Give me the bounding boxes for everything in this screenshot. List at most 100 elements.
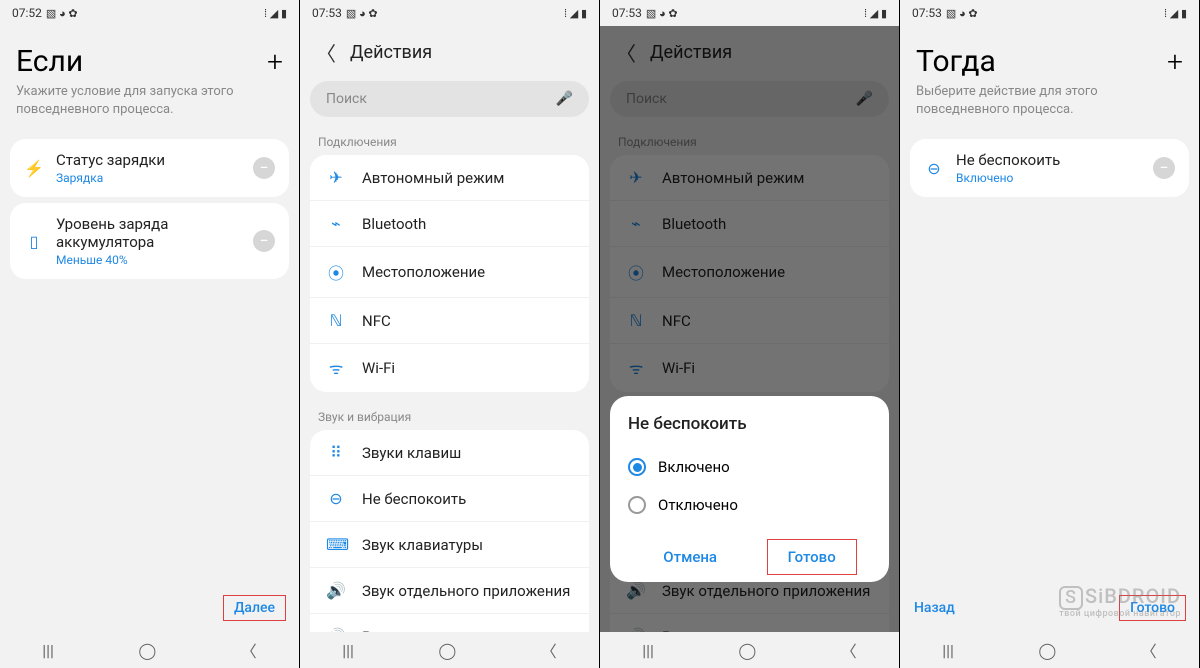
card-subtitle: Зарядка: [56, 171, 241, 185]
mic-icon[interactable]: 🎤: [556, 91, 573, 107]
card-title: Статус зарядки: [56, 151, 241, 169]
home-icon[interactable]: ◯: [138, 641, 156, 660]
clock: 07:53: [312, 6, 342, 20]
home-icon[interactable]: ◯: [738, 641, 756, 660]
page-title: Тогда: [916, 44, 996, 79]
radio-label: Включено: [658, 458, 730, 476]
list-label: Автономный режим: [362, 169, 504, 187]
page-subtitle: Выберите действие для этого повседневног…: [900, 83, 1199, 133]
header-title: Действия: [350, 42, 432, 63]
done-button[interactable]: Готово: [768, 540, 856, 574]
nav-bar: ||| ◯ 〈: [0, 632, 299, 668]
radio-disabled[interactable]: Отключено: [628, 486, 871, 524]
list-label: Bluetooth: [362, 215, 426, 233]
list-icon: ⊖: [326, 489, 346, 508]
status-icons-left: ▧ ◕ ✿: [46, 7, 78, 20]
recents-icon[interactable]: |||: [642, 641, 654, 660]
nav-bar: ||| ◯ 〈: [600, 632, 899, 668]
status-bar: 07:53 ▧ ◕ ✿ ⁞ ◢ ▮: [300, 0, 599, 26]
status-icons-right: ⁞ ◢ ▮: [564, 7, 587, 20]
back-icon[interactable]: 〈: [841, 638, 857, 662]
clock: 07:52: [12, 6, 42, 20]
cancel-button[interactable]: Отмена: [643, 540, 737, 574]
page-title: Если: [16, 44, 83, 79]
search-input[interactable]: Поиск 🎤: [310, 81, 589, 117]
list-item[interactable]: ⌨Звук клавиатуры: [310, 522, 589, 568]
list-label: Wi-Fi: [362, 359, 395, 377]
add-button[interactable]: +: [1167, 45, 1183, 78]
status-icons-left: ▧ ◕ ✿: [646, 7, 678, 20]
list-item[interactable]: 🔊 Звук отдельного приложения: [310, 568, 589, 614]
dialog-title: Не беспокоить: [628, 414, 871, 434]
radio-label: Отключено: [658, 496, 738, 514]
home-icon[interactable]: ◯: [1038, 641, 1056, 660]
list-icon: ⦿: [326, 260, 346, 284]
list-icon: ℕ: [326, 311, 346, 330]
home-icon[interactable]: ◯: [438, 641, 456, 660]
screen-actions: 07:53 ▧ ◕ ✿ ⁞ ◢ ▮ 〈 Действия Поиск 🎤 Подк…: [300, 0, 600, 668]
list-label: Не беспокоить: [362, 490, 466, 508]
section-sound: Звук и вибрация: [300, 402, 599, 430]
card-title: Не беспокоить: [956, 151, 1141, 169]
status-bar: 07:53 ▧ ◕ ✿ ⁞ ◢ ▮: [900, 0, 1199, 26]
back-icon[interactable]: 〈: [241, 638, 257, 662]
search-placeholder: Поиск: [326, 91, 367, 107]
list-item[interactable]: 🔊Режим звука: [310, 614, 589, 632]
status-icons-right: ⁞ ◢ ▮: [264, 7, 287, 20]
list-item[interactable]: ℕ NFC: [310, 298, 589, 344]
list-icon: 🔊: [326, 581, 346, 600]
lightning-icon: ⚡: [24, 159, 44, 178]
card-title: Уровень заряда аккумулятора: [56, 215, 241, 251]
clock: 07:53: [912, 6, 942, 20]
back-button[interactable]: Назад: [914, 600, 955, 616]
nav-bar: ||| ◯ 〈: [900, 632, 1199, 668]
done-button[interactable]: Готово: [1120, 596, 1185, 620]
list-icon: ⌁: [326, 214, 346, 233]
list-icon: ⠿: [326, 443, 346, 462]
status-icons-left: ▧ ◕ ✿: [346, 7, 378, 20]
screen-if: 07:52▧ ◕ ✿ ⁞ ◢ ▮ Если + Укажите условие …: [0, 0, 300, 668]
list-item[interactable]: ⠿ Звуки клавиш: [310, 430, 589, 476]
list-icon: ᯤ: [326, 357, 346, 379]
status-icons-right: ⁞ ◢ ▮: [864, 7, 887, 20]
back-icon[interactable]: 〈: [1141, 638, 1157, 662]
list-label: Звуки клавиш: [362, 444, 461, 462]
status-icons-left: ▧ ◕ ✿: [946, 7, 978, 20]
recents-icon[interactable]: |||: [42, 641, 54, 660]
status-icons-right: ⁞ ◢ ▮: [1164, 7, 1187, 20]
condition-card-charging[interactable]: ⚡ Статус зарядки Зарядка −: [10, 139, 289, 197]
dnd-dialog: Не беспокоить Включено Отключено Отмена …: [610, 396, 889, 582]
recents-icon[interactable]: |||: [942, 641, 954, 660]
back-icon[interactable]: 〈: [541, 638, 557, 662]
list-item[interactable]: ᯤ Wi-Fi: [310, 344, 589, 392]
next-button[interactable]: Далее: [224, 596, 285, 620]
remove-button[interactable]: −: [253, 230, 275, 252]
list-icon: ✈: [326, 168, 346, 187]
status-bar: 07:53 ▧ ◕ ✿ ⁞ ◢ ▮: [600, 0, 899, 26]
section-connections: Подключения: [300, 127, 599, 155]
remove-button[interactable]: −: [253, 157, 275, 179]
card-subtitle: Включено: [956, 171, 1141, 185]
condition-card-battery[interactable]: ▯ Уровень заряда аккумулятора Меньше 40%…: [10, 203, 289, 279]
list-item[interactable]: ⦿Местоположение: [310, 247, 589, 298]
list-item[interactable]: ✈ Автономный режим: [310, 155, 589, 201]
recents-icon[interactable]: |||: [342, 641, 354, 660]
status-bar: 07:52 ▧ ◕ ✿ ⁞ ◢ ▮: [0, 0, 299, 26]
add-button[interactable]: +: [267, 45, 283, 78]
radio-icon: [628, 458, 646, 476]
screen-then: 07:53 ▧ ◕ ✿ ⁞ ◢ ▮ Тогда + Выберите действ…: [900, 0, 1200, 668]
list-item[interactable]: ⌁ Bluetooth: [310, 201, 589, 247]
list-label: Звук отдельного приложения: [362, 582, 570, 600]
list-icon: ⌨: [326, 535, 346, 554]
radio-enabled[interactable]: Включено: [628, 448, 871, 486]
back-arrow-icon[interactable]: 〈: [316, 38, 336, 67]
remove-button[interactable]: −: [1153, 157, 1175, 179]
screen-actions-dialog: 07:53▧ ◕ ✿ ⁞ ◢ ▮ 〈 Действия Поиск 🎤 Подк…: [600, 0, 900, 668]
radio-icon: [628, 496, 646, 514]
card-subtitle: Меньше 40%: [56, 253, 241, 267]
clock: 07:53: [612, 6, 642, 20]
action-card-dnd[interactable]: ⊖ Не беспокоить Включено −: [910, 139, 1189, 197]
list-item[interactable]: ⊖ Не беспокоить: [310, 476, 589, 522]
list-label: NFC: [362, 312, 391, 330]
nav-bar: ||| ◯ 〈: [300, 632, 599, 668]
